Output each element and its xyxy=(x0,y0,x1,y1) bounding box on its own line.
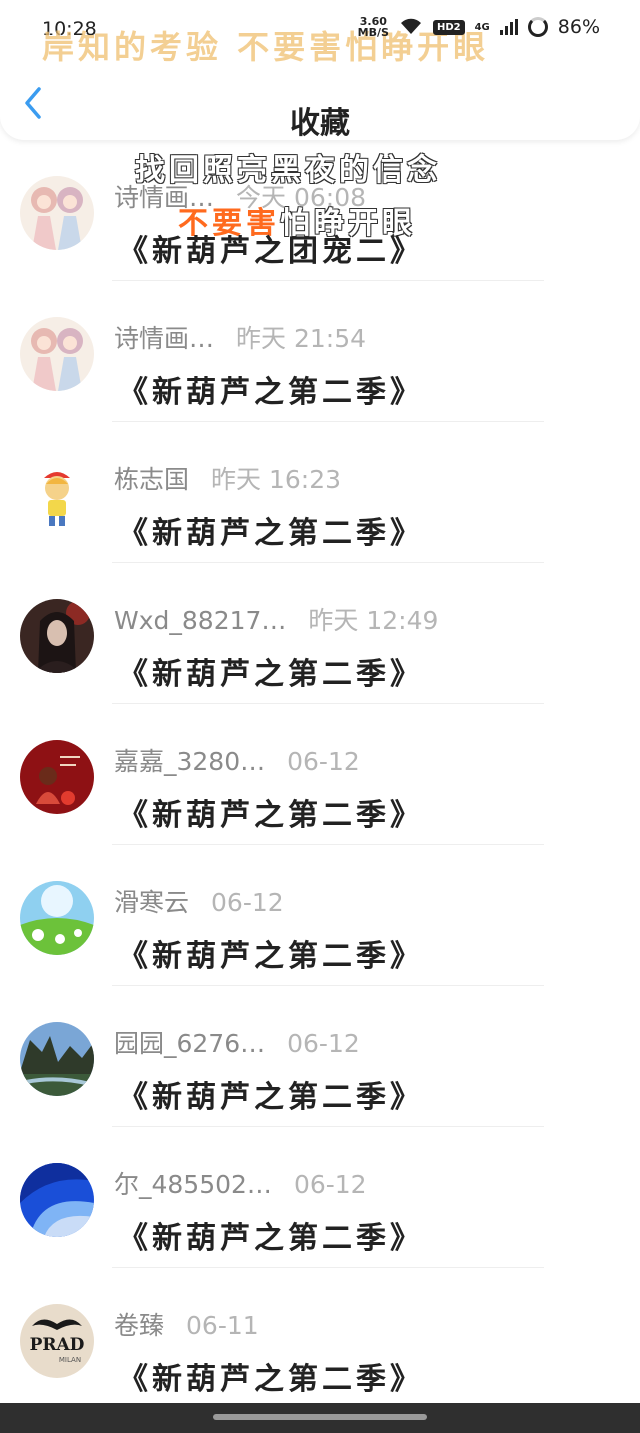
timestamp: 昨天 16:23 xyxy=(211,465,342,494)
cartoon-boy-avatar-icon xyxy=(20,458,94,532)
item-meta: Wxd_88217… 昨天 12:49 xyxy=(114,601,438,637)
milan-logo-text: MILAN xyxy=(59,1356,81,1364)
battery-level: 86% xyxy=(557,16,600,38)
item-title: 《新葫芦之第二季》 xyxy=(118,657,424,692)
item-title: 《新葫芦之第二季》 xyxy=(118,1362,424,1397)
list-item[interactable]: 嘉嘉_3280… 06-12 《新葫芦之第二季》 xyxy=(0,704,640,845)
author-name: 园园_6276… xyxy=(114,1029,266,1058)
timestamp: 昨天 21:54 xyxy=(236,324,367,353)
battery-icon xyxy=(527,17,548,37)
author-name: 诗情画… xyxy=(114,324,215,353)
list-item[interactable]: 诗情画… 昨天 21:54 《新葫芦之第二季》 xyxy=(0,281,640,422)
avatar[interactable] xyxy=(20,881,94,955)
list-item[interactable]: 栋志国 昨天 16:23 《新葫芦之第二季》 xyxy=(0,422,640,563)
item-meta: 诗情画… 今天 06:08 xyxy=(114,178,366,214)
top-bar: 10:28 岸知的考验 不要害怕睁开眼 3.60 MB/S HD2 4G 86%… xyxy=(0,0,640,141)
timestamp: 今天 06:08 xyxy=(236,183,367,212)
item-meta: 园园_6276… 06-12 xyxy=(114,1024,360,1060)
author-name: Wxd_88217… xyxy=(114,606,287,635)
timestamp: 06-12 xyxy=(293,1170,367,1199)
anime-twins-avatar-icon xyxy=(20,317,94,391)
list-item[interactable]: 园园_6276… 06-12 《新葫芦之第二季》 xyxy=(0,986,640,1127)
author-name: 尔_485502… xyxy=(114,1170,272,1199)
prada-logo-text: PRAD xyxy=(30,1335,85,1355)
timestamp: 昨天 12:49 xyxy=(308,606,439,635)
avatar[interactable] xyxy=(20,317,94,391)
avatar[interactable] xyxy=(20,1163,94,1237)
wifi-icon xyxy=(400,18,421,34)
item-title: 《新葫芦之第二季》 xyxy=(118,516,424,551)
list-item[interactable]: PRAD MILAN 卷臻 06-11 《新葫芦之第二季》 xyxy=(0,1268,640,1409)
signal-icon xyxy=(499,19,518,35)
status-icons: 3.60 MB/S HD2 4G 86% xyxy=(358,16,600,38)
system-navigation-bar xyxy=(0,1403,640,1433)
author-name: 嘉嘉_3280… xyxy=(114,747,266,776)
network-type: 4G xyxy=(474,21,490,33)
item-meta: 诗情画… 昨天 21:54 xyxy=(114,319,366,355)
item-title: 《新葫芦之第二季》 xyxy=(118,1080,424,1115)
item-meta: 栋志国 昨天 16:23 xyxy=(114,460,341,496)
item-title: 《新葫芦之第二季》 xyxy=(118,1221,424,1256)
item-meta: 嘉嘉_3280… 06-12 xyxy=(114,742,360,778)
meadow-dandelion-avatar-icon xyxy=(20,881,94,955)
list-item[interactable]: 滑寒云 06-12 《新葫芦之第二季》 xyxy=(0,845,640,986)
red-card-avatar-icon xyxy=(20,740,94,814)
item-meta: 尔_485502… 06-12 xyxy=(114,1165,367,1201)
timestamp: 06-12 xyxy=(211,888,284,917)
item-meta: 卷臻 06-11 xyxy=(114,1306,259,1342)
page-title: 收藏 xyxy=(290,106,350,141)
item-title: 《新葫芦之团宠二》 xyxy=(118,234,424,269)
network-speed: 3.60 MB/S xyxy=(358,16,389,38)
timestamp: 06-12 xyxy=(287,1029,360,1058)
home-indicator[interactable] xyxy=(213,1414,427,1420)
author-name: 诗情画… xyxy=(114,183,215,212)
network-speed-unit: MB/S xyxy=(357,26,389,39)
list-item[interactable]: Wxd_88217… 昨天 12:49 《新葫芦之第二季》 xyxy=(0,563,640,704)
item-meta: 滑寒云 06-12 xyxy=(114,883,284,919)
avatar[interactable] xyxy=(20,176,94,250)
hd-badge: HD2 xyxy=(432,19,465,35)
list-item[interactable]: 尔_485502… 06-12 《新葫芦之第二季》 xyxy=(0,1127,640,1268)
dark-portrait-avatar-icon xyxy=(20,599,94,673)
lake-cliffs-avatar-icon xyxy=(20,1022,94,1096)
anime-twins-avatar-icon xyxy=(20,176,94,250)
list-item[interactable]: 诗情画… 今天 06:08 《新葫芦之团宠二》 xyxy=(0,140,640,281)
avatar[interactable] xyxy=(20,740,94,814)
favorites-list: 诗情画… 今天 06:08 《新葫芦之团宠二》 诗情画… 昨天 21:54 《新葫芦… xyxy=(0,140,640,1409)
avatar[interactable] xyxy=(20,458,94,532)
blue-abstract-avatar-icon xyxy=(20,1163,94,1237)
item-title: 《新葫芦之第二季》 xyxy=(118,375,424,410)
item-title: 《新葫芦之第二季》 xyxy=(118,939,424,974)
author-name: 栋志国 xyxy=(114,465,190,494)
item-title: 《新葫芦之第二季》 xyxy=(118,798,424,833)
prada-mustache-avatar-icon: PRAD MILAN xyxy=(20,1304,94,1378)
timestamp: 06-12 xyxy=(287,747,360,776)
author-name: 滑寒云 xyxy=(114,888,190,917)
avatar[interactable]: PRAD MILAN xyxy=(20,1304,94,1378)
avatar[interactable] xyxy=(20,599,94,673)
timestamp: 06-11 xyxy=(186,1311,259,1340)
author-name: 卷臻 xyxy=(114,1311,165,1340)
avatar[interactable] xyxy=(20,1022,94,1096)
